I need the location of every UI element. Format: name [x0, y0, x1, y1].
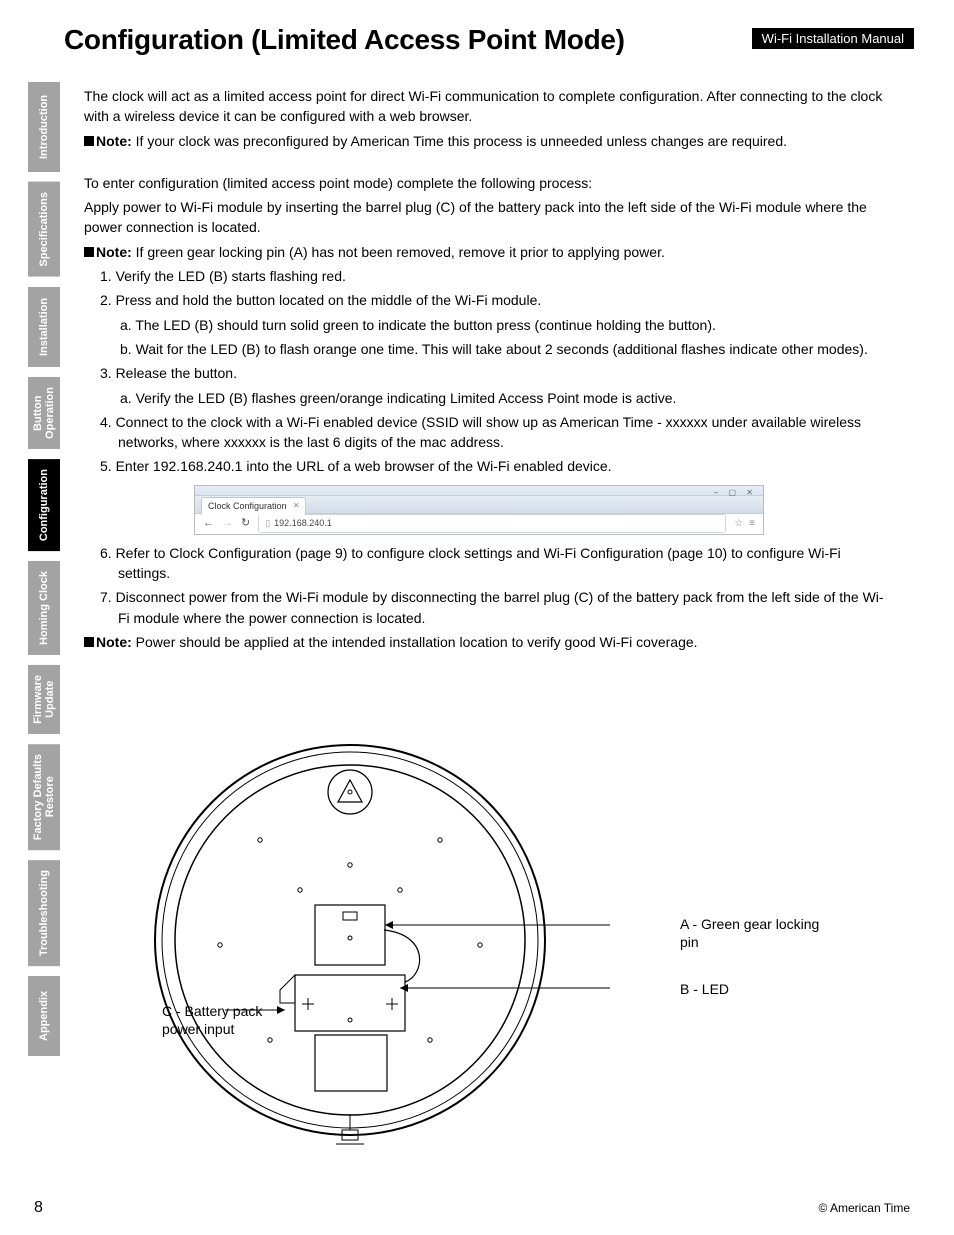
square-bullet-icon: [84, 637, 94, 647]
step-6: 6. Refer to Clock Configuration (page 9)…: [84, 543, 888, 584]
clock-diagram: A - Green gear locking pin B - LED C - B…: [140, 730, 900, 1180]
forward-icon: →: [222, 516, 233, 532]
header-badge: Wi-Fi Installation Manual: [752, 28, 914, 49]
sidebar-tab-troubleshooting[interactable]: Troubleshooting: [28, 860, 60, 966]
step-4: 4. Connect to the clock with a Wi-Fi ena…: [84, 412, 888, 453]
apply-power-text: Apply power to Wi-Fi module by inserting…: [84, 197, 888, 238]
star-icon: ☆: [734, 517, 743, 532]
browser-tab-title: Clock Configuration: [208, 501, 287, 511]
step-3a: a. Verify the LED (B) flashes green/oran…: [84, 388, 888, 408]
sidebar-tab-factory[interactable]: Factory Defaults Restore: [28, 744, 60, 850]
menu-icon: ≡: [749, 517, 755, 532]
main-content: The clock will act as a limited access p…: [84, 86, 888, 656]
sidebar-tab-firmware[interactable]: Firmware Update: [28, 665, 60, 734]
callout-b: B - LED: [680, 980, 729, 998]
intro-text: The clock will act as a limited access p…: [84, 86, 888, 127]
page-icon: ▯: [265, 517, 270, 530]
page-title: Configuration (Limited Access Point Mode…: [64, 24, 625, 56]
sidebar-tab-installation[interactable]: Installation: [28, 287, 60, 367]
browser-tab-row: Clock Configuration ✕: [195, 496, 763, 514]
browser-titlebar: – ▢ ✕: [195, 486, 763, 496]
back-icon: ←: [203, 516, 214, 532]
browser-screenshot: – ▢ ✕ Clock Configuration ✕ ← → ↻ ▯ 192.…: [194, 485, 764, 535]
browser-tab: Clock Configuration ✕: [201, 497, 306, 515]
note-2: Note: If green gear locking pin (A) has …: [84, 242, 888, 262]
step-1: 1. Verify the LED (B) starts flashing re…: [84, 266, 888, 286]
step-2: 2. Press and hold the button located on …: [84, 290, 888, 310]
callout-c: C - Battery pack power input: [162, 1002, 282, 1038]
close-icon: ✕: [293, 500, 300, 512]
browser-url-bar: ← → ↻ ▯ 192.168.240.1 ☆ ≡: [195, 514, 763, 534]
note-1: Note: If your clock was preconfigured by…: [84, 131, 888, 151]
step-7: 7. Disconnect power from the Wi-Fi modul…: [84, 587, 888, 628]
sidebar-tab-configuration[interactable]: Configuration: [28, 459, 60, 551]
sidebar-tab-introduction[interactable]: Introduction: [28, 82, 60, 172]
sidebar-tab-specifications[interactable]: Specifications: [28, 182, 60, 277]
note-3: Note: Power should be applied at the int…: [84, 632, 888, 652]
sidebar-tab-button[interactable]: Button Operation: [28, 377, 60, 449]
step-2b: b. Wait for the LED (B) to flash orange …: [84, 339, 888, 359]
square-bullet-icon: [84, 136, 94, 146]
callout-a: A - Green gear locking pin: [680, 915, 820, 951]
copyright-text: © American Time: [818, 1201, 910, 1215]
step-5: 5. Enter 192.168.240.1 into the URL of a…: [84, 456, 888, 476]
url-input: ▯ 192.168.240.1: [258, 514, 726, 533]
sidebar-tab-appendix[interactable]: Appendix: [28, 976, 60, 1056]
sidebar-tab-homing[interactable]: Homing Clock: [28, 561, 60, 655]
url-text: 192.168.240.1: [274, 517, 332, 530]
step-3: 3. Release the button.: [84, 363, 888, 383]
square-bullet-icon: [84, 247, 94, 257]
page-number: 8: [34, 1199, 43, 1217]
enter-config-text: To enter configuration (limited access p…: [84, 173, 888, 193]
sidebar-nav: Introduction Specifications Installation Bu…: [28, 82, 60, 1056]
reload-icon: ↻: [241, 516, 250, 532]
step-2a: a. The LED (B) should turn solid green t…: [84, 315, 888, 335]
